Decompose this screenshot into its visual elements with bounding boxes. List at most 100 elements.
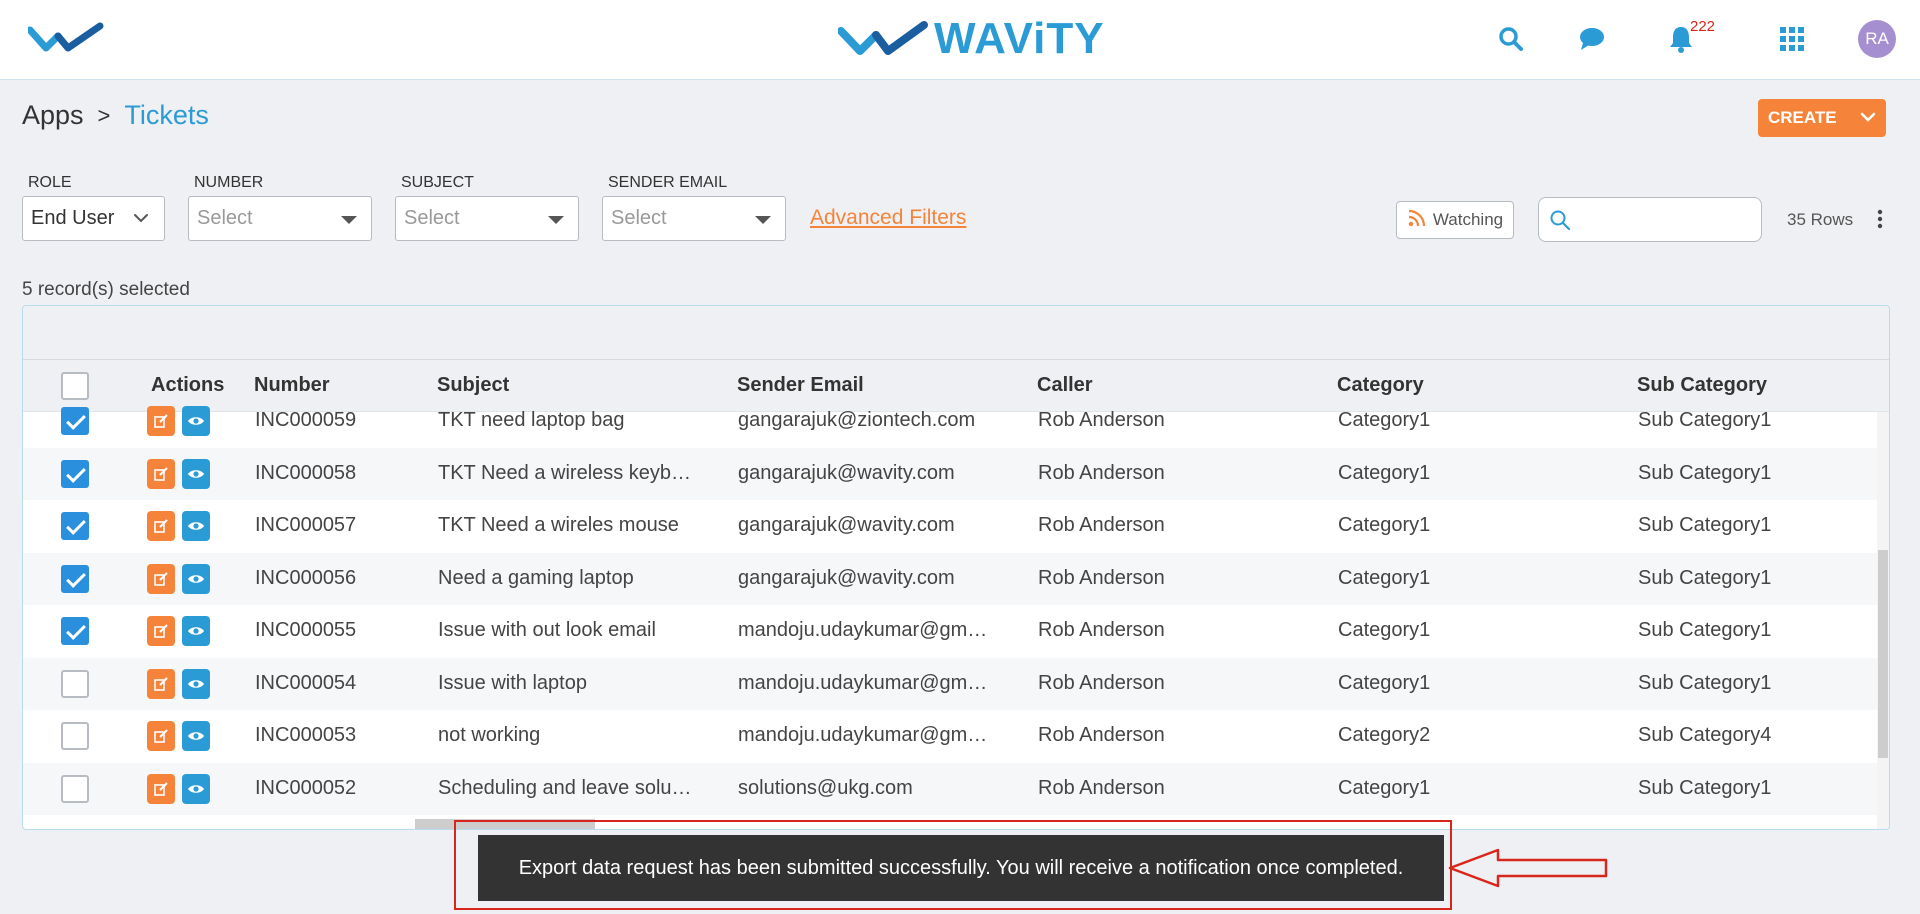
edit-icon[interactable] bbox=[147, 563, 175, 594]
number-filter-label: NUMBER bbox=[194, 174, 264, 191]
row-checkbox[interactable] bbox=[61, 722, 89, 750]
view-eye-icon[interactable] bbox=[182, 668, 210, 699]
edit-icon[interactable] bbox=[147, 668, 175, 699]
view-eye-icon[interactable] bbox=[182, 616, 210, 646]
table-row[interactable]: INC000057 TKT Need a wireles mouse gangara… bbox=[23, 500, 1879, 552]
toast-notification: Export data request has been submitted s… bbox=[478, 835, 1444, 901]
cell-caller: Rob Anderson bbox=[1038, 619, 1165, 641]
create-button[interactable]: CREATE bbox=[1758, 99, 1886, 137]
cell-category: Category1 bbox=[1338, 671, 1431, 694]
cell-number: INC000058 bbox=[255, 461, 357, 484]
breadcrumb-apps-link[interactable]: Apps bbox=[22, 100, 84, 131]
role-filter-select[interactable]: End User bbox=[22, 196, 165, 241]
edit-icon[interactable] bbox=[147, 773, 175, 804]
row-checkbox[interactable] bbox=[61, 774, 89, 803]
cell-category: Category1 bbox=[1338, 776, 1431, 799]
row-checkbox[interactable] bbox=[61, 407, 89, 435]
table-row[interactable]: INC000053 not working mandoju.udaykumar@gm… bbox=[23, 710, 1879, 762]
cell-sender-email: gangarajuk@wavity.com bbox=[738, 514, 955, 536]
vertical-scrollbar-thumb[interactable] bbox=[1878, 550, 1888, 758]
subject-filter-select[interactable]: Select bbox=[395, 196, 579, 241]
chevron-down-icon[interactable] bbox=[1858, 107, 1878, 132]
column-header-sender-email[interactable]: Sender Email bbox=[737, 374, 864, 397]
table-row[interactable]: INC000054 Issue with laptop mandoju.udayku… bbox=[23, 657, 1879, 710]
caret-down-icon bbox=[548, 216, 564, 224]
cell-caller: Rob Anderson bbox=[1038, 776, 1165, 799]
cell-sender-email: gangarajuk@wavity.com bbox=[738, 461, 955, 484]
caret-down-icon bbox=[755, 216, 771, 224]
cell-caller: Rob Anderson bbox=[1038, 409, 1165, 431]
view-eye-icon[interactable] bbox=[182, 563, 210, 594]
cell-category: Category1 bbox=[1338, 514, 1431, 536]
edit-icon[interactable] bbox=[147, 458, 175, 489]
row-checkbox[interactable] bbox=[61, 669, 89, 698]
cell-sub-category: Sub Category1 bbox=[1638, 566, 1772, 589]
advanced-filters-link[interactable]: Advanced Filters bbox=[810, 206, 966, 230]
user-avatar[interactable]: RA bbox=[1858, 20, 1896, 58]
brand-name: WAViTY bbox=[934, 14, 1105, 63]
view-eye-icon[interactable] bbox=[182, 773, 210, 804]
home-logo-icon[interactable] bbox=[26, 22, 104, 59]
cell-subject: TKT Need a wireles mouse bbox=[438, 514, 679, 536]
cell-caller: Rob Anderson bbox=[1038, 566, 1165, 589]
column-header-subject[interactable]: Subject bbox=[437, 374, 509, 397]
chevron-down-icon bbox=[132, 209, 150, 233]
create-button-label: CREATE bbox=[1768, 108, 1837, 127]
cell-category: Category1 bbox=[1338, 619, 1431, 641]
cell-subject: Need a gaming laptop bbox=[438, 566, 634, 589]
table-toolbar bbox=[23, 306, 1889, 360]
cell-subject: Issue with laptop bbox=[438, 671, 587, 694]
edit-icon[interactable] bbox=[147, 616, 175, 646]
view-eye-icon[interactable] bbox=[182, 511, 210, 541]
cell-caller: Rob Anderson bbox=[1038, 724, 1165, 746]
cell-caller: Rob Anderson bbox=[1038, 671, 1165, 694]
sender-email-filter-select[interactable]: Select bbox=[602, 196, 786, 241]
view-eye-icon[interactable] bbox=[182, 458, 210, 489]
column-header-sub-category[interactable]: Sub Category bbox=[1637, 374, 1767, 397]
cell-subject: TKT Need a wireless keyb… bbox=[438, 461, 692, 484]
cell-subject: not working bbox=[438, 724, 541, 746]
row-checkbox[interactable] bbox=[61, 564, 89, 593]
table-row[interactable]: INC000059 TKT need laptop bag gangarajuk@z… bbox=[23, 395, 1879, 447]
column-header-number[interactable]: Number bbox=[254, 374, 330, 397]
cell-sub-category: Sub Category1 bbox=[1638, 409, 1772, 431]
row-checkbox[interactable] bbox=[61, 617, 89, 645]
cell-subject: Scheduling and leave solu… bbox=[438, 776, 692, 799]
number-filter-select[interactable]: Select bbox=[188, 196, 372, 241]
cell-sub-category: Sub Category1 bbox=[1638, 671, 1772, 694]
column-header-caller[interactable]: Caller bbox=[1037, 374, 1093, 397]
notification-badge: 222 bbox=[1690, 18, 1716, 35]
row-checkbox[interactable] bbox=[61, 459, 89, 488]
edit-icon[interactable] bbox=[147, 721, 175, 751]
watching-button-label: Watching bbox=[1432, 210, 1504, 229]
view-eye-icon[interactable] bbox=[182, 721, 210, 751]
row-checkbox[interactable] bbox=[61, 512, 89, 540]
cell-number: INC000052 bbox=[255, 776, 357, 799]
sender-email-filter-label: SENDER EMAIL bbox=[608, 174, 728, 191]
chat-icon[interactable] bbox=[1575, 22, 1609, 56]
edit-icon[interactable] bbox=[147, 406, 175, 436]
search-icon[interactable] bbox=[1494, 22, 1528, 56]
app-header: WAViTY 222 RA bbox=[0, 0, 1920, 80]
cell-caller: Rob Anderson bbox=[1038, 514, 1165, 536]
table-row[interactable]: INC000056 Need a gaming laptop gangarajuk@… bbox=[23, 552, 1879, 605]
more-options-icon[interactable] bbox=[1876, 208, 1884, 235]
view-eye-icon[interactable] bbox=[182, 406, 210, 436]
edit-icon[interactable] bbox=[147, 511, 175, 541]
table-search-input[interactable] bbox=[1577, 206, 1753, 234]
watching-button[interactable]: Watching bbox=[1396, 201, 1514, 239]
vertical-scrollbar[interactable] bbox=[1877, 412, 1889, 829]
table-row[interactable]: INC000055 Issue with out look email mandoj… bbox=[23, 605, 1879, 657]
caret-down-icon bbox=[341, 216, 357, 224]
table-row[interactable]: INC000058 TKT Need a wireless keyb… gangar… bbox=[23, 447, 1879, 500]
table-search-box[interactable] bbox=[1538, 197, 1762, 242]
table-row[interactable]: INC000052 Scheduling and leave solu… solut… bbox=[23, 762, 1879, 815]
cell-sender-email: mandoju.udaykumar@gm… bbox=[738, 671, 988, 694]
apps-grid-icon[interactable] bbox=[1775, 22, 1809, 56]
tickets-table: Actions Number Subject Sender Email Call… bbox=[22, 305, 1890, 830]
column-header-category[interactable]: Category bbox=[1337, 374, 1424, 397]
cell-caller: Rob Anderson bbox=[1038, 461, 1165, 484]
cell-subject: TKT need laptop bag bbox=[438, 409, 625, 431]
cell-sender-email: mandoju.udaykumar@gm… bbox=[738, 619, 988, 641]
cell-category: Category2 bbox=[1338, 724, 1431, 746]
